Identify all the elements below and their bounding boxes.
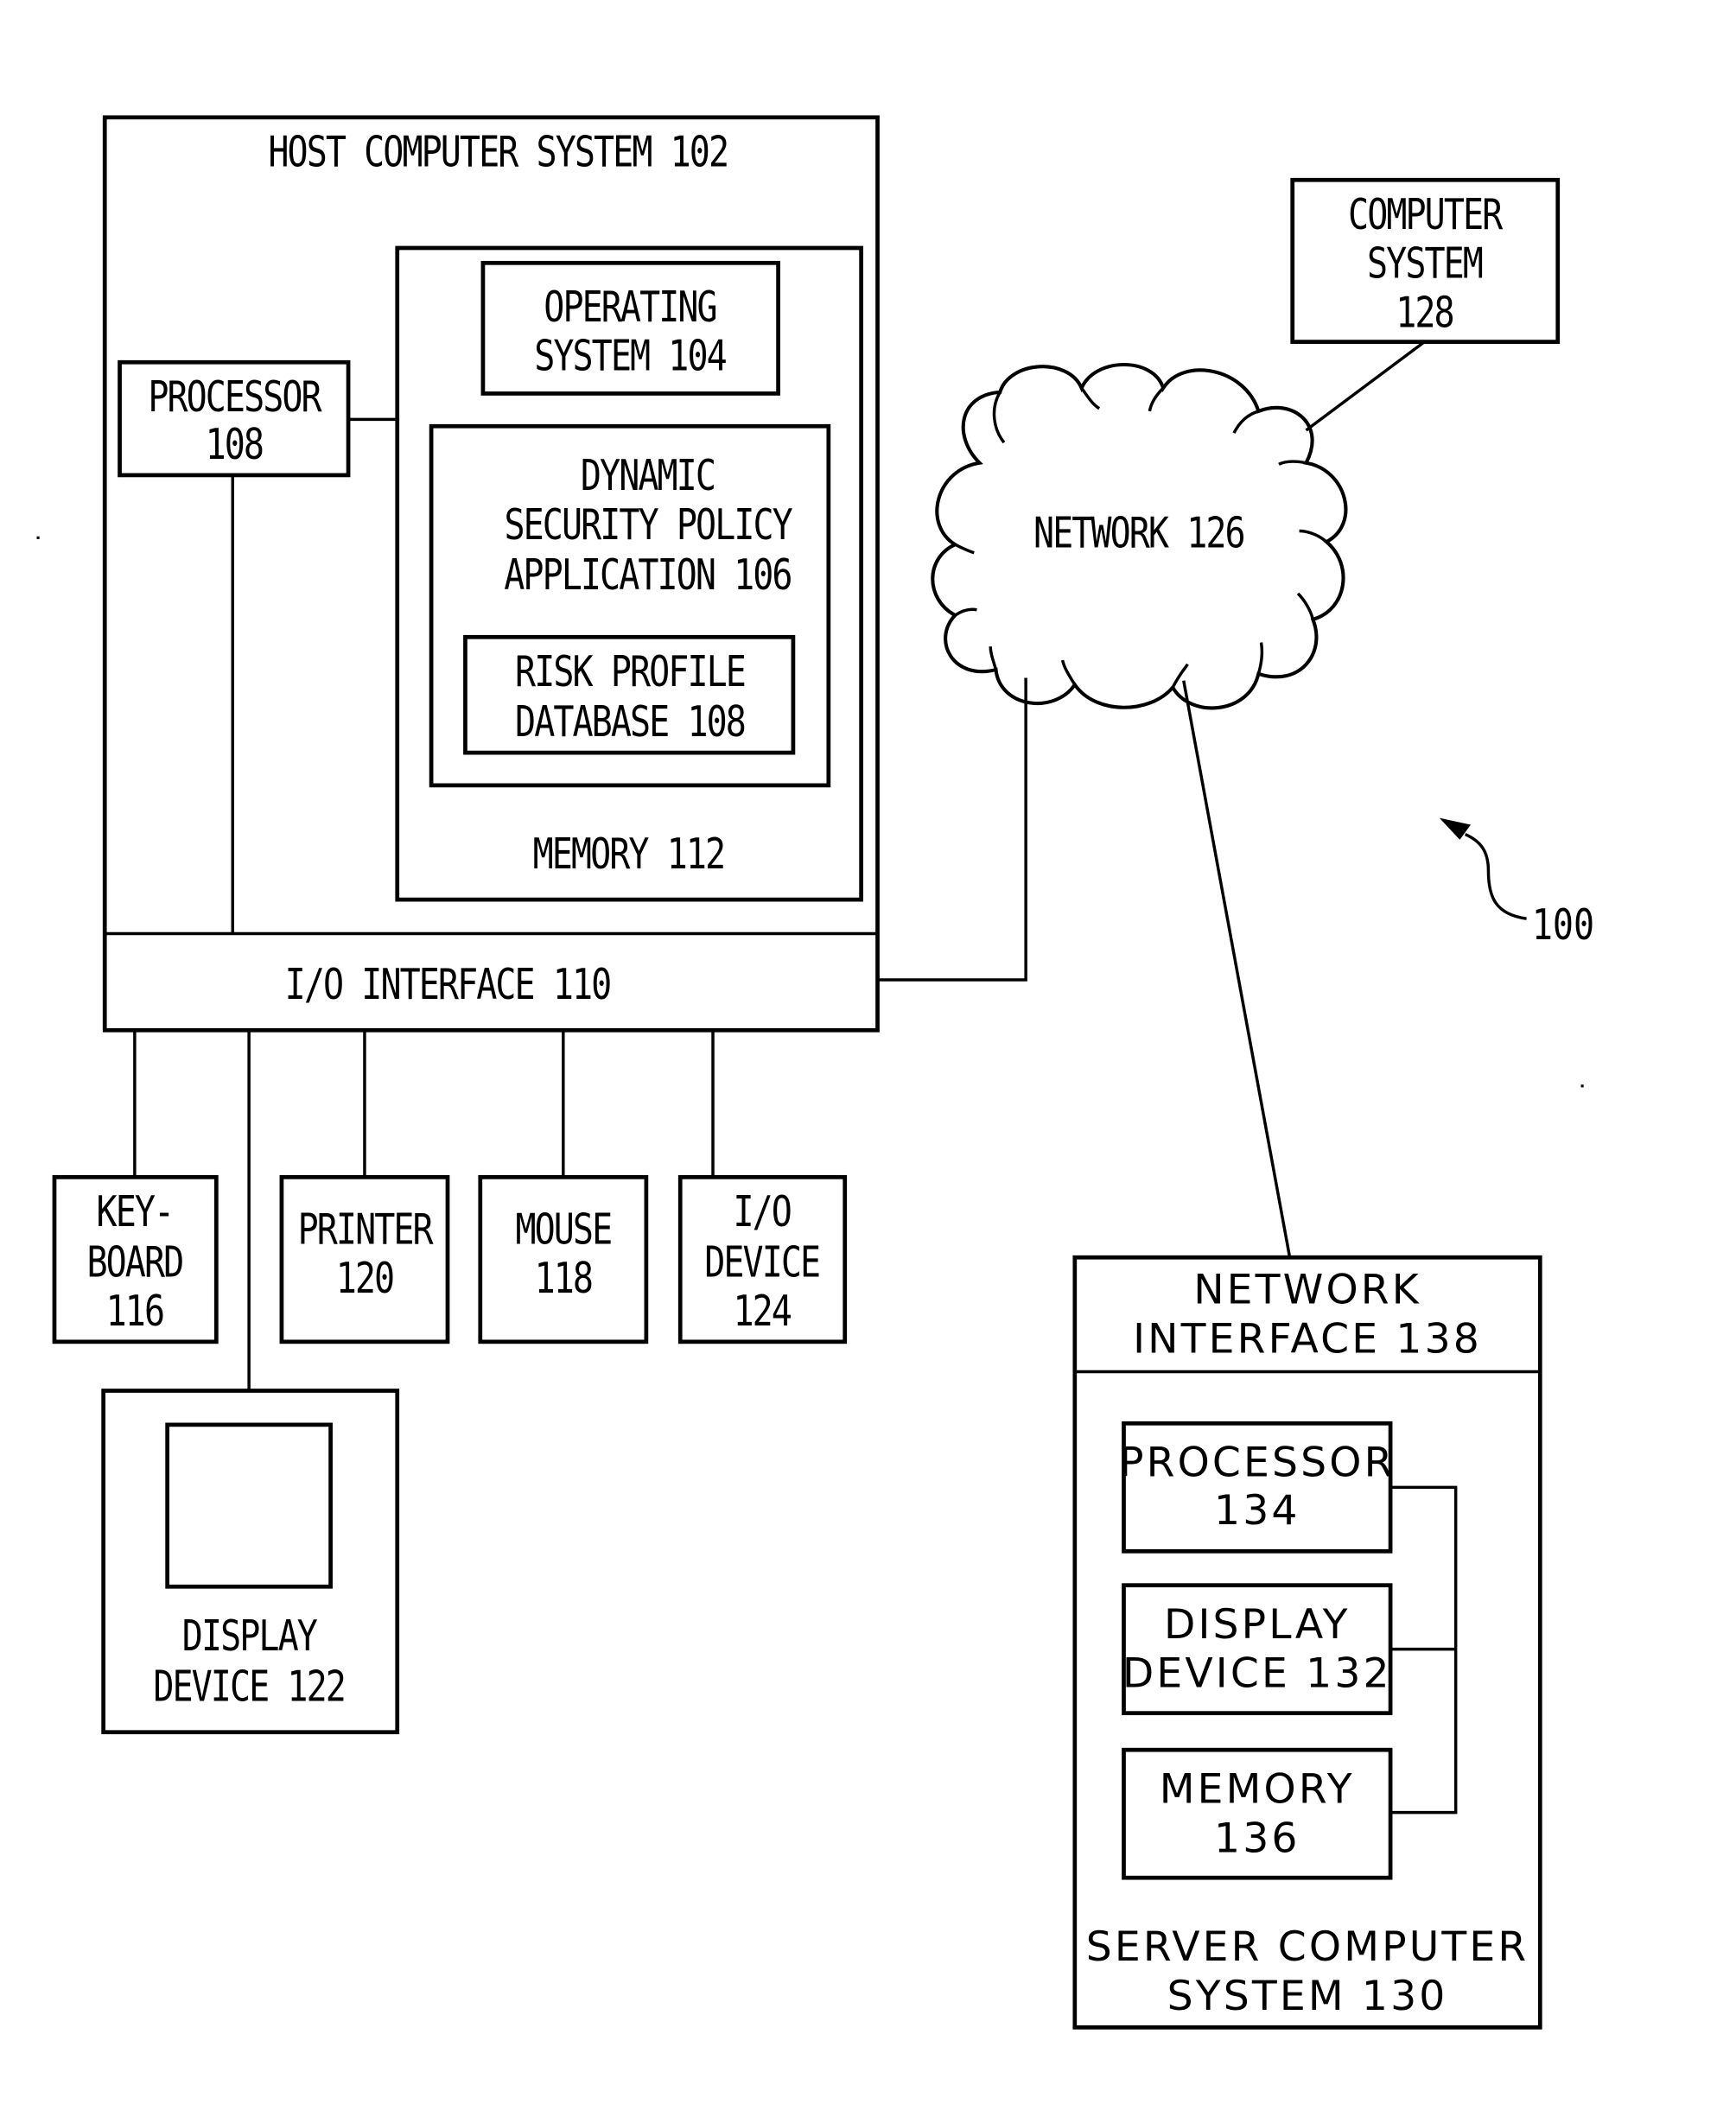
- operating-system-label-line2: SYSTEM 104: [534, 332, 726, 381]
- computer-system-128: COMPUTER SYSTEM 128: [1290, 177, 1561, 432]
- computer-system-label-line3: 128: [1396, 288, 1453, 337]
- server-title-line1: SERVER COMPUTER: [1086, 1923, 1529, 1971]
- peripherals: KEY- BOARD 116 PRINTER 120 MOUSE 118 I/O…: [52, 1030, 848, 1735]
- figure-reference-number: 100: [1532, 900, 1594, 950]
- network-interface-label-line2: INTERFACE 138: [1133, 1315, 1482, 1363]
- printer-label-line1: PRINTER: [298, 1205, 434, 1255]
- display-device-label-line1: DISPLAY: [182, 1611, 318, 1661]
- database-label-line1: RISK PROFILE: [515, 647, 745, 696]
- application-label-line3: APPLICATION 106: [504, 550, 791, 600]
- io-interface-label: I/O INTERFACE 110: [285, 960, 611, 1009]
- printer-label-line2: 120: [336, 1254, 393, 1303]
- io-device-label-line2: DEVICE: [704, 1237, 819, 1287]
- network-interface-label-line1: NETWORK: [1193, 1267, 1421, 1314]
- host-computer-title: HOST COMPUTER SYSTEM 102: [268, 128, 728, 177]
- host-processor-label-line2: 108: [206, 420, 264, 469]
- operating-system-label-line1: OPERATING: [544, 283, 716, 332]
- host-processor-label-line1: PROCESSOR: [148, 372, 321, 422]
- system-block-diagram: HOST COMPUTER SYSTEM 102 PROCESSOR 108 M…: [36, 115, 1594, 2030]
- scan-speck: [1580, 1084, 1584, 1088]
- server-computer-system: NETWORK INTERFACE 138 PROCESSOR 134 DISP…: [1072, 1255, 1542, 2030]
- display-screen-icon: [165, 1422, 333, 1589]
- application-label-line1: DYNAMIC: [581, 451, 715, 500]
- reference-leader-line: [1464, 832, 1527, 920]
- server-display-label-line1: DISPLAY: [1164, 1601, 1351, 1649]
- network-label: NETWORK 126: [1033, 509, 1244, 558]
- keyboard-label-line2: BOARD: [87, 1237, 183, 1287]
- server-title-line2: SYSTEM 130: [1167, 1973, 1448, 2020]
- host-network-connector: [877, 677, 1027, 982]
- scan-speck: [36, 536, 40, 539]
- host-computer-system: HOST COMPUTER SYSTEM 102 PROCESSOR 108 M…: [102, 115, 880, 1033]
- display-device-label-line2: DEVICE 122: [153, 1662, 345, 1712]
- server-display-label-line2: DEVICE 132: [1122, 1650, 1392, 1698]
- database-label-line2: DATABASE 108: [515, 697, 745, 747]
- io-device-label-line1: I/O: [733, 1187, 791, 1236]
- keyboard-label-line3: 116: [106, 1287, 163, 1336]
- computer-system-label-line2: SYSTEM: [1367, 239, 1482, 289]
- server-processor-label-line1: PROCESSOR: [1119, 1440, 1396, 1487]
- mouse-label-line1: MOUSE: [515, 1205, 611, 1255]
- computer-system-network-connector: [1305, 340, 1426, 432]
- figure-reference: 100: [1439, 817, 1594, 950]
- keyboard-label-line1: KEY-: [97, 1187, 174, 1236]
- network-cloud: NETWORK 126: [931, 363, 1348, 710]
- computer-system-label-line1: COMPUTER: [1348, 190, 1503, 239]
- mouse-label-line2: 118: [535, 1254, 593, 1303]
- application-label-line2: SECURITY POLICY: [504, 500, 792, 550]
- network-server-connector: [1182, 680, 1292, 1258]
- server-memory-label-line1: MEMORY: [1160, 1766, 1355, 1814]
- reference-arrowhead-icon: [1439, 817, 1471, 840]
- host-memory-label: MEMORY 112: [533, 829, 725, 879]
- io-device-label-line3: 124: [733, 1287, 791, 1336]
- server-processor-label-line2: 134: [1214, 1487, 1300, 1535]
- server-memory-label-line2: 136: [1214, 1815, 1300, 1862]
